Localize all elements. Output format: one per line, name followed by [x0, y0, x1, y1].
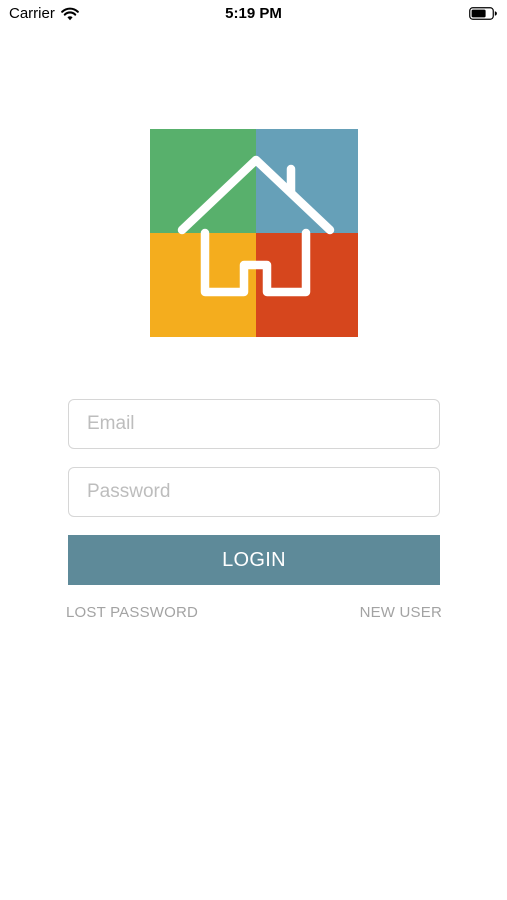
battery-icon	[469, 7, 497, 20]
auth-links: LOST PASSWORD NEW USER	[66, 604, 442, 622]
app-logo	[150, 129, 358, 337]
lost-password-link[interactable]: LOST PASSWORD	[66, 604, 198, 622]
email-field[interactable]	[68, 399, 440, 449]
password-field[interactable]	[68, 467, 440, 517]
login-form: LOGIN	[68, 399, 440, 585]
house-icon	[150, 129, 358, 337]
status-time: 5:19 PM	[225, 5, 282, 22]
logo-quadrant-green	[150, 129, 256, 233]
status-bar: Carrier 5:19 PM	[0, 0, 507, 28]
logo-quadrant-blue	[256, 129, 358, 233]
new-user-link[interactable]: NEW USER	[360, 604, 442, 622]
login-button[interactable]: LOGIN	[68, 535, 440, 585]
